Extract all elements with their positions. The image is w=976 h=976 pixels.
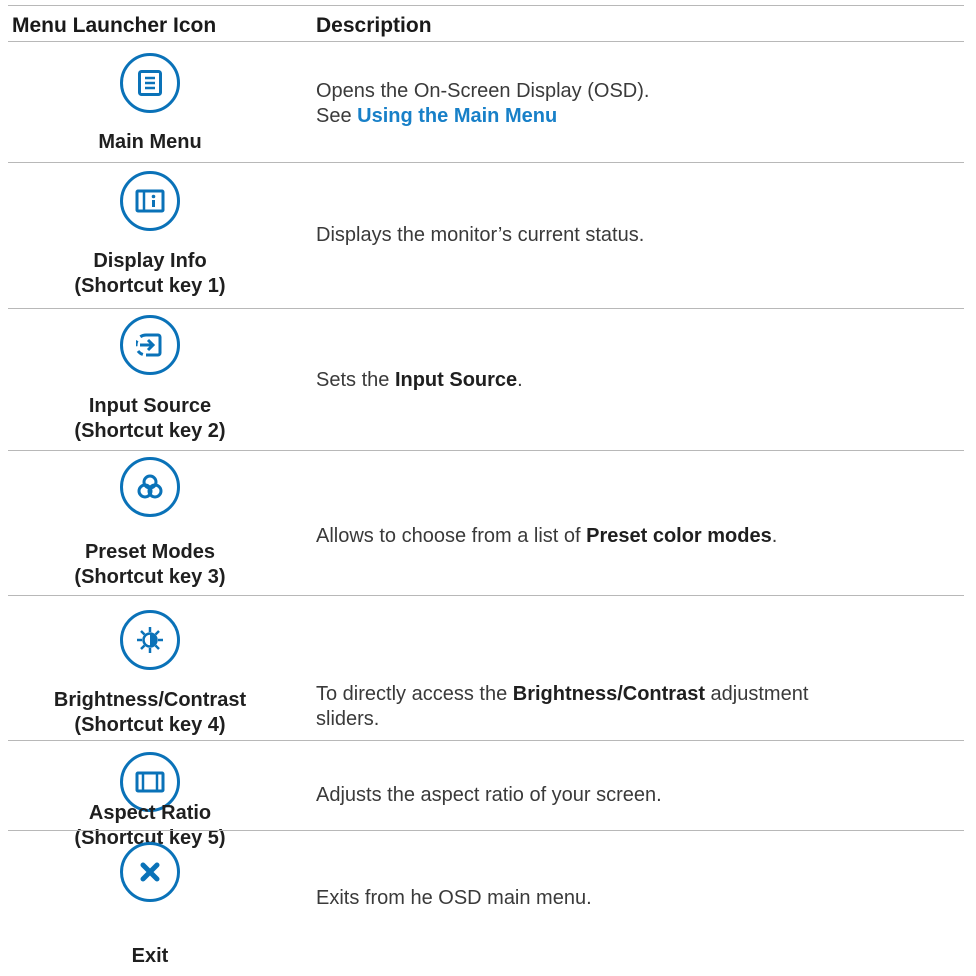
description: Sets the Input Source. <box>316 368 966 393</box>
column-header-description: Description <box>316 14 432 37</box>
icon-label: Main Menu <box>98 131 202 153</box>
table-row-exit-main: Exit Exits from he OSD main menu. <box>0 830 976 976</box>
icon-label: Display Info (Shortcut key 1) <box>0 249 300 299</box>
shortcut-key-label: (Shortcut key 4) <box>74 714 226 736</box>
description-line: Opens the On-Screen Display (OSD). <box>316 80 650 102</box>
icon-label: Preset Modes (Shortcut key 3) <box>0 540 300 590</box>
preset-color-modes-term: Preset color modes <box>586 525 772 547</box>
description: Opens the On-Screen Display (OSD). See U… <box>316 79 966 129</box>
icon-label-line: Input Source <box>88 395 212 417</box>
icon-label-line: Brightness/Contrast <box>53 689 247 711</box>
table-top-rule <box>8 5 964 6</box>
brightness-contrast-term: Brightness/Contrast <box>512 683 705 705</box>
description-text: Allows to choose from a list of <box>316 525 587 547</box>
description: Allows to choose from a list of Preset c… <box>316 524 966 549</box>
description-text: To directly access the <box>316 683 513 705</box>
input-source-icon[interactable] <box>120 315 180 375</box>
table-row-brightness-contrast: Brightness/Contrast (Shortcut key 4) To … <box>0 595 976 740</box>
icon-label: Exit <box>131 945 169 967</box>
see-prefix: See <box>316 105 358 127</box>
preset-modes-icon[interactable] <box>120 457 180 517</box>
column-header-icon: Menu Launcher Icon <box>12 14 217 37</box>
icon-label-line: Aspect Ratio <box>88 802 212 824</box>
brightness-icon[interactable] <box>120 610 180 670</box>
description-line: See Using the Main Menu <box>316 104 966 129</box>
description-text: . <box>517 369 523 391</box>
description-text: Sets the <box>316 369 395 391</box>
input-source-term: Input Source <box>394 369 518 391</box>
table-row-preset-modes: Preset Modes (Shortcut key 3) Allows to … <box>0 450 976 595</box>
description-text: . <box>771 525 778 547</box>
using-main-menu-link[interactable]: Using the Main Menu <box>357 105 557 127</box>
description: Adjusts the aspect ratio of your screen. <box>316 784 662 806</box>
close-icon[interactable] <box>120 842 180 902</box>
info-icon[interactable] <box>120 171 180 231</box>
table-row-input-source: Input Source (Shortcut key 2) Sets the I… <box>0 308 976 450</box>
shortcut-key-label: (Shortcut key 2) <box>74 420 226 442</box>
description-line: sliders. <box>316 708 380 730</box>
shortcut-key-label: (Shortcut key 1) <box>74 275 226 297</box>
icon-label-line: Display Info <box>93 250 207 272</box>
description: Displays the monitor’s current status. <box>316 224 645 246</box>
icon-label-line: Preset Modes <box>84 541 216 563</box>
aspect-ratio-content: Aspect Ratio (Shortcut key 5) Adjusts th… <box>0 590 976 849</box>
description-text: adjustment <box>705 683 809 705</box>
table-row-main-menu: Main Menu Opens the On-Screen Display (O… <box>0 41 976 162</box>
icon-label: Input Source (Shortcut key 2) <box>0 394 300 444</box>
menu-list-icon[interactable] <box>120 53 180 113</box>
description: Exits from he OSD main menu. <box>316 887 592 909</box>
icon-label: Brightness/Contrast (Shortcut key 4) <box>0 688 300 738</box>
description-line: To directly access the Brightness/Contra… <box>316 682 966 707</box>
shortcut-key-label: (Shortcut key 3) <box>74 566 226 588</box>
table-row-display-info: Display Info (Shortcut key 1) Displays t… <box>0 162 976 308</box>
description: To directly access the Brightness/Contra… <box>316 682 966 732</box>
